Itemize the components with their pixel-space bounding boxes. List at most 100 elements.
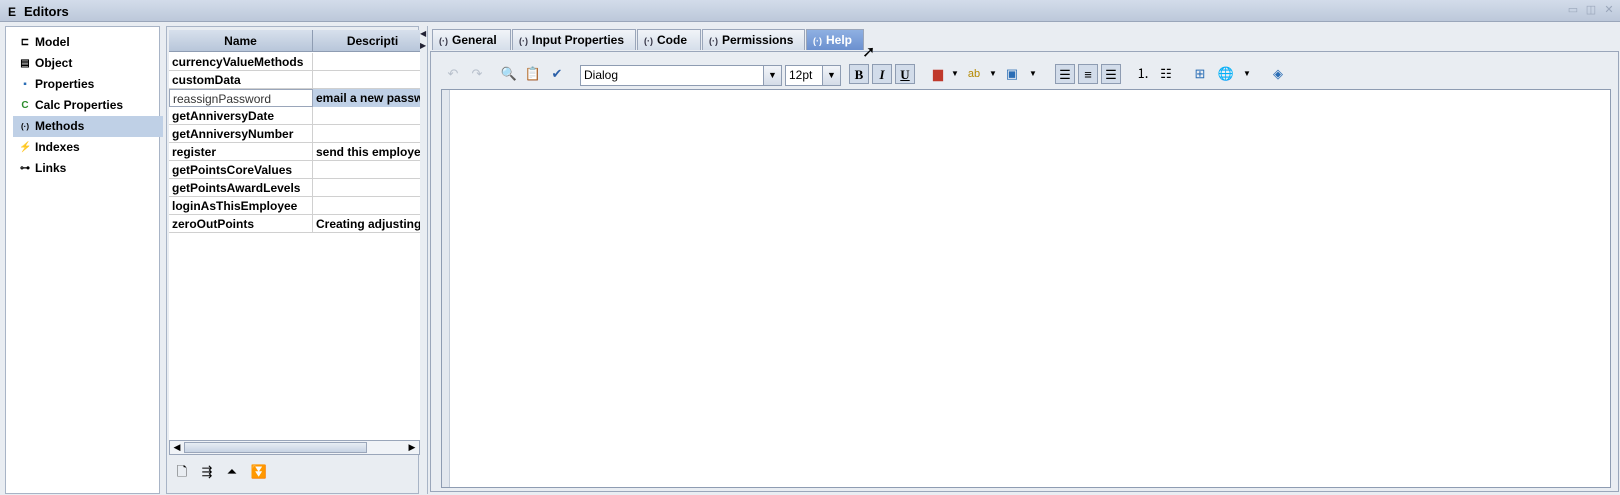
collapse-left-icon[interactable]: ◀: [420, 29, 426, 38]
horizontal-scrollbar[interactable]: ◀ ▶: [169, 440, 420, 455]
nav-item-model[interactable]: ⊏ Model: [13, 32, 163, 53]
close-icon[interactable]: ✕: [1602, 4, 1616, 17]
nav-item-label: Object: [35, 56, 73, 70]
method-icon: (·): [519, 36, 528, 46]
find-replace-icon[interactable]: 🔍: [499, 64, 519, 84]
nav-item-indexes[interactable]: ⚡ Indexes: [13, 137, 163, 158]
method-name-edit-field[interactable]: reassignPassword: [169, 89, 313, 107]
calc-properties-icon: C: [21, 100, 29, 111]
bulleted-list-icon[interactable]: ☷: [1156, 64, 1176, 84]
tab-code[interactable]: (·) Code: [637, 29, 701, 50]
table-row[interactable]: getAnniversyNumber: [169, 125, 420, 143]
minimize-icon[interactable]: ▭: [1566, 4, 1580, 17]
column-header-name[interactable]: Name: [169, 30, 313, 52]
chevron-down-icon[interactable]: ▼: [763, 66, 781, 85]
editor-gutter: [442, 90, 450, 487]
editor-toolbar: ↶ ↷ 🔍 📋 ✔ Dialog ▼ 12pt ▼ B I U ▆ ▼ ab ▼…: [443, 62, 1609, 88]
tab-label: Permissions: [722, 33, 794, 47]
nav-item-label: Properties: [35, 77, 95, 91]
new-method-icon[interactable]: 🗋: [172, 462, 192, 482]
font-family-select[interactable]: Dialog ▼: [580, 65, 782, 86]
table-row-selected[interactable]: reassignPassword email a new passw: [169, 89, 420, 107]
scroll-left-icon[interactable]: ◀: [170, 441, 184, 454]
methods-icon: (·): [21, 122, 29, 131]
align-center-icon[interactable]: ≡: [1078, 64, 1098, 84]
table-row[interactable]: getPointsAwardLevels: [169, 179, 420, 197]
nav-item-label: Links: [35, 161, 67, 175]
nav-item-calc-properties[interactable]: C Calc Properties: [13, 95, 163, 116]
tab-label: Help: [826, 33, 853, 47]
italic-icon[interactable]: I: [872, 64, 892, 84]
highlight-icon[interactable]: ab: [964, 64, 984, 84]
nav-item-links[interactable]: ⊶ Links: [13, 158, 163, 179]
insert-method-icon[interactable]: ⇶: [197, 462, 217, 482]
move-down-icon[interactable]: ⏬: [249, 462, 269, 482]
align-right-icon[interactable]: ☰: [1101, 64, 1121, 84]
chevron-down-icon[interactable]: ▼: [945, 64, 965, 84]
chevron-down-icon[interactable]: ▼: [983, 64, 1003, 84]
method-icon: (·): [644, 36, 653, 46]
method-description-cell: [313, 161, 420, 179]
table-row[interactable]: getAnniversyDate: [169, 107, 420, 125]
table-row[interactable]: zeroOutPoints Creating adjusting: [169, 215, 420, 233]
table-header: Name Descripti: [169, 30, 420, 52]
method-icon: (·): [813, 36, 822, 46]
move-up-icon[interactable]: ⏶: [222, 462, 242, 482]
panel-splitter[interactable]: ◀ ▶: [420, 26, 427, 494]
spell-check-icon[interactable]: ✔: [547, 64, 567, 84]
bold-icon[interactable]: B: [849, 64, 869, 84]
collapse-right-icon[interactable]: ▶: [420, 41, 426, 50]
method-description-cell: [313, 125, 420, 143]
tab-general[interactable]: (·) General: [432, 29, 511, 50]
align-left-icon[interactable]: ☰: [1055, 64, 1075, 84]
help-text-editor[interactable]: [441, 89, 1611, 488]
paste-icon[interactable]: 📋: [523, 64, 543, 84]
nav-item-object[interactable]: ▤ Object: [13, 53, 163, 74]
font-size-select[interactable]: 12pt ▼: [785, 65, 841, 86]
table-row[interactable]: loginAsThisEmployee: [169, 197, 420, 215]
method-editor: (·) General (·) Input Properties (·) Code (…: [427, 26, 1620, 494]
indexes-icon: ⚡: [19, 142, 32, 153]
method-name-cell: register: [169, 143, 313, 161]
chevron-down-icon[interactable]: ▼: [1237, 64, 1257, 84]
nav-item-label: Indexes: [35, 140, 80, 154]
insert-image-icon[interactable]: ▣: [1002, 64, 1022, 84]
scroll-right-icon[interactable]: ▶: [405, 441, 419, 454]
links-icon: ⊶: [20, 163, 30, 174]
numbered-list-icon[interactable]: ⒈: [1133, 64, 1153, 84]
method-name-cell: currencyValueMethods: [169, 53, 313, 71]
table-row[interactable]: currencyValueMethods: [169, 53, 420, 71]
insert-link-icon[interactable]: 🌐: [1216, 64, 1236, 84]
column-header-description[interactable]: Descripti: [313, 30, 420, 52]
method-name-cell: zeroOutPoints: [169, 215, 313, 233]
properties-icon: ▪: [23, 79, 27, 90]
tab-label: General: [452, 33, 497, 47]
scrollbar-thumb[interactable]: [184, 442, 367, 453]
table-row[interactable]: getPointsCoreValues: [169, 161, 420, 179]
tab-permissions[interactable]: (·) Permissions: [702, 29, 805, 50]
nav-item-methods[interactable]: (·) Methods: [13, 116, 163, 137]
nav-item-label: Methods: [35, 119, 85, 133]
chevron-down-icon[interactable]: ▼: [822, 66, 840, 85]
method-name-cell: loginAsThisEmployee: [169, 197, 313, 215]
method-description-cell: [313, 71, 420, 89]
source-view-icon[interactable]: ◈: [1268, 64, 1288, 84]
model-icon: ⊏: [20, 37, 30, 48]
method-name-cell: getPointsAwardLevels: [169, 179, 313, 197]
underline-icon[interactable]: U: [895, 64, 915, 84]
tab-help[interactable]: (·) Help: [806, 29, 864, 50]
nav-item-properties[interactable]: ▪ Properties: [13, 74, 163, 95]
table-row[interactable]: customData: [169, 71, 420, 89]
table-row[interactable]: register send this employe: [169, 143, 420, 161]
method-name-cell: getAnniversyNumber: [169, 125, 313, 143]
methods-table: Name Descripti currencyValueMethods cust…: [169, 30, 420, 440]
tab-label: Input Properties: [532, 33, 625, 47]
redo-icon[interactable]: ↷: [467, 64, 487, 84]
title-bar: E Editors ▭ ◫ ✕: [0, 0, 1620, 22]
undo-icon[interactable]: ↶: [443, 64, 463, 84]
tab-input-properties[interactable]: (·) Input Properties: [512, 29, 636, 50]
chevron-down-icon[interactable]: ▼: [1023, 64, 1043, 84]
app-icon: E: [8, 5, 17, 19]
maximize-icon[interactable]: ◫: [1584, 4, 1598, 17]
table-icon[interactable]: ⊞: [1190, 64, 1210, 84]
